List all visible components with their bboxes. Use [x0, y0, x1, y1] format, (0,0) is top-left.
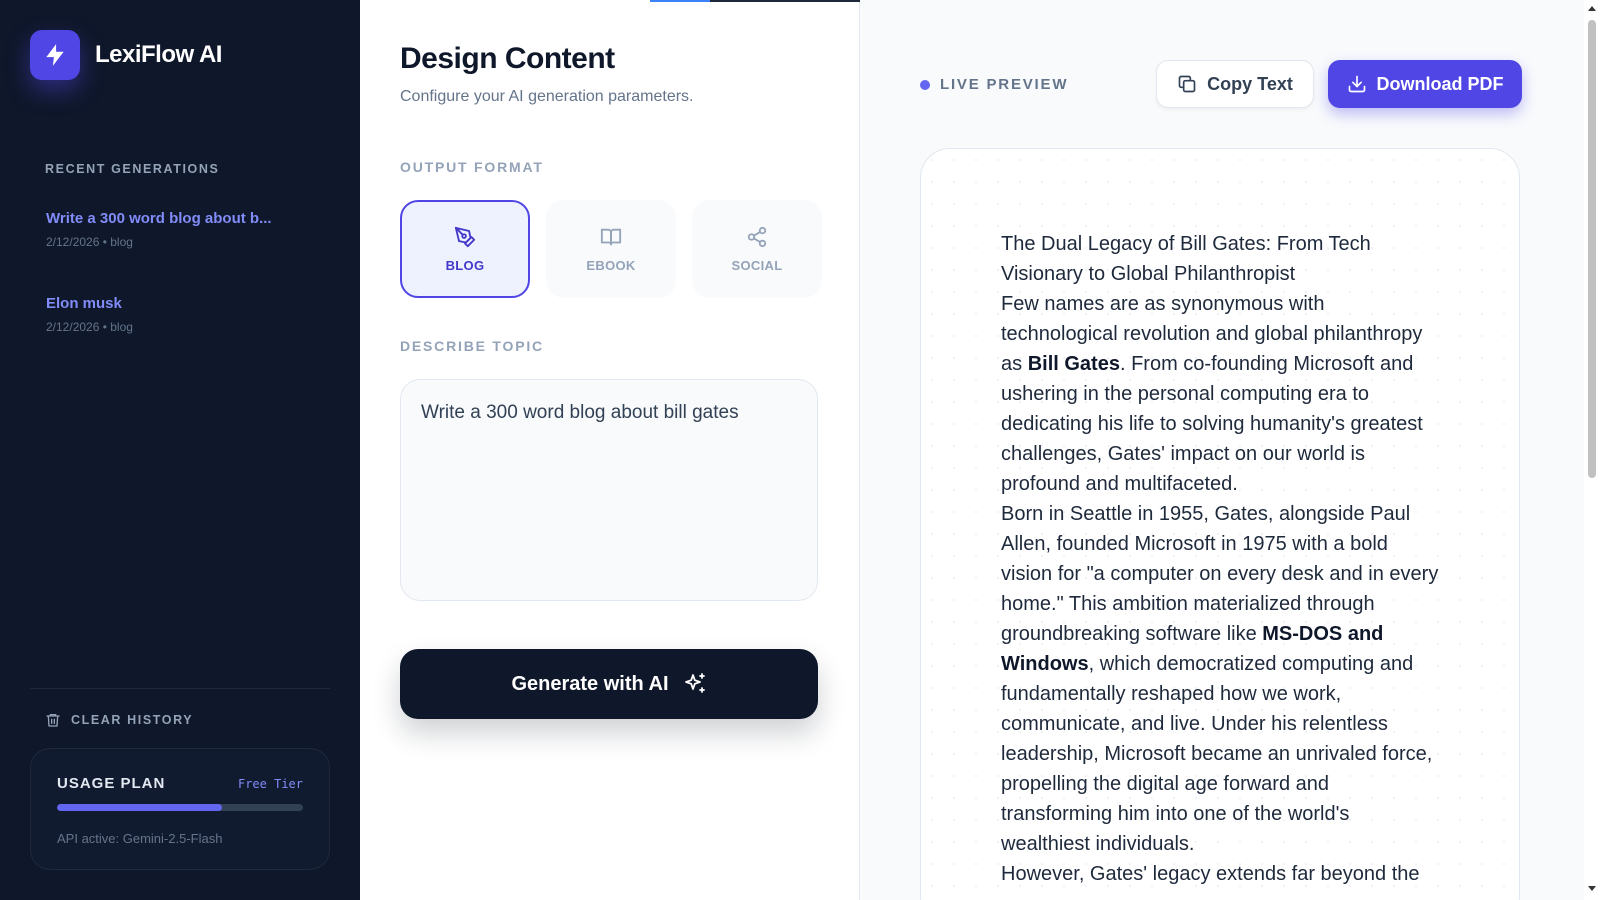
format-option-label: EBOOK — [586, 257, 636, 273]
output-format-label: OUTPUT FORMAT — [400, 159, 544, 175]
usage-plan-card: USAGE PLAN Free Tier API active: Gemini-… — [30, 748, 330, 870]
format-option-ebook[interactable]: EBOOK — [546, 200, 676, 298]
history-item[interactable]: Elon musk 2/12/2026 • blog — [46, 295, 306, 334]
format-option-social[interactable]: SOCIAL — [692, 200, 822, 298]
sparkles-icon — [683, 672, 707, 696]
document-paragraph: However, Gates' legacy extends far beyon… — [1001, 863, 1420, 885]
book-icon — [600, 226, 622, 248]
clear-history-button[interactable]: CLEAR HISTORY — [45, 712, 193, 728]
usage-plan-title: USAGE PLAN — [57, 775, 166, 792]
live-status-dot — [920, 79, 930, 90]
generate-button[interactable]: Generate with AI — [400, 649, 818, 719]
page-title: Design Content — [400, 42, 615, 75]
copy-icon — [1177, 74, 1197, 94]
format-option-label: BLOG — [445, 257, 485, 273]
usage-progress-bar — [57, 804, 303, 811]
history-item-title: Write a 300 word blog about b... — [46, 210, 272, 227]
pen-nib-icon — [454, 226, 476, 248]
describe-topic-label: DESCRIBE TOPIC — [400, 338, 544, 354]
download-icon — [1347, 74, 1367, 94]
usage-progress-fill — [57, 804, 222, 811]
bolt-icon — [30, 30, 80, 80]
history-item[interactable]: Write a 300 word blog about b... 2/12/20… — [46, 210, 306, 249]
config-panel: Design Content Configure your AI generat… — [360, 0, 950, 900]
history-item-title: Elon musk — [46, 295, 122, 312]
page-subtitle: Configure your AI generation parameters. — [400, 88, 694, 105]
scroll-thumb[interactable] — [1588, 20, 1596, 478]
brand: LexiFlow AI — [30, 30, 222, 80]
live-preview-text: LIVE PREVIEW — [940, 76, 1069, 93]
sidebar-divider — [30, 688, 330, 689]
history-item-meta: 2/12/2026 • blog — [46, 320, 133, 334]
document-paragraph: Born in Seattle in 1955, Gates, alongsid… — [1001, 503, 1439, 855]
preview-panel: LIVE PREVIEW Copy Text Download PDF The … — [860, 0, 1584, 900]
sidebar: LexiFlow AI RECENT GENERATIONS Write a 3… — [0, 0, 360, 900]
topic-input[interactable]: Write a 300 word blog about bill gates — [400, 379, 818, 601]
live-preview-label: LIVE PREVIEW — [920, 76, 1068, 93]
share-icon — [746, 226, 768, 248]
format-option-blog[interactable]: BLOG — [400, 200, 530, 298]
document-preview: The Dual Legacy of Bill Gates: From Tech… — [920, 148, 1520, 900]
usage-plan-tier: Free Tier — [237, 776, 303, 791]
download-pdf-button[interactable]: Download PDF — [1328, 60, 1522, 108]
document-content: The Dual Legacy of Bill Gates: From Tech… — [1001, 229, 1441, 889]
scroll-up-arrow[interactable] — [1588, 6, 1596, 11]
trash-icon — [45, 712, 61, 728]
scroll-down-arrow[interactable] — [1588, 886, 1596, 891]
document-title: The Dual Legacy of Bill Gates: From Tech… — [1001, 233, 1371, 285]
history-item-meta: 2/12/2026 • blog — [46, 235, 133, 249]
download-pdf-label: Download PDF — [1376, 73, 1504, 94]
api-status: API active: Gemini-2.5-Flash — [57, 831, 223, 846]
page-scrollbar[interactable] — [1584, 0, 1600, 900]
recent-generations-heading: RECENT GENERATIONS — [45, 162, 220, 176]
format-selector: BLOG EBOOK SOCIAL — [400, 200, 822, 298]
clear-history-label: CLEAR HISTORY — [71, 713, 194, 727]
generate-button-label: Generate with AI — [511, 672, 669, 695]
document-paragraph: Few names are as synonymous with technol… — [1001, 293, 1423, 495]
app-name: LexiFlow AI — [95, 41, 222, 68]
copy-text-button[interactable]: Copy Text — [1156, 60, 1314, 108]
format-option-label: SOCIAL — [731, 257, 783, 273]
copy-text-label: Copy Text — [1207, 73, 1293, 94]
